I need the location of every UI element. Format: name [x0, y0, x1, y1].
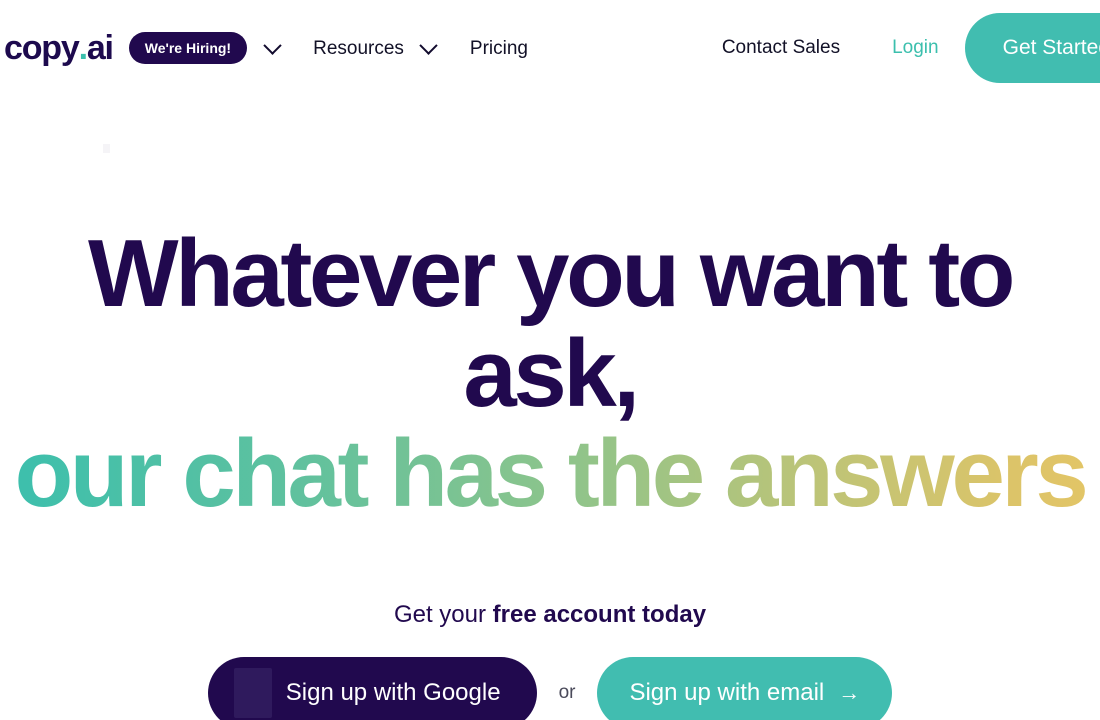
- logo-text-primary: copy: [4, 29, 80, 67]
- top-navigation-bar: copy. ai We're Hiring! Resources Pricing …: [0, 0, 1100, 96]
- subheading-bold: free account today: [492, 601, 707, 629]
- sign-up-with-email-label: Sign up with email: [629, 679, 825, 707]
- login-link[interactable]: Login: [892, 37, 939, 59]
- headline-line-2: our chat has the answers: [0, 423, 1100, 524]
- hero-section: Whatever you want to ask, our chat has t…: [0, 96, 1100, 720]
- get-started-button[interactable]: Get Started: [964, 13, 1100, 83]
- sign-up-with-google-label: Sign up with Google: [285, 679, 501, 707]
- copyai-logo[interactable]: copy. ai: [4, 29, 114, 67]
- subheading-prefix: Get your: [393, 601, 493, 629]
- nav-link-resources-label: Resources: [313, 37, 404, 59]
- sign-up-with-google-button[interactable]: Sign up with Google: [207, 657, 537, 720]
- cta-button-row: Sign up with Google or Sign up with emai…: [0, 657, 1100, 720]
- page-title: Whatever you want to ask, our chat has t…: [0, 224, 1100, 523]
- contact-sales-link[interactable]: Contact Sales: [722, 37, 840, 59]
- chevron-down-icon: [262, 35, 282, 55]
- chevron-down-icon: [419, 35, 439, 55]
- hiring-dropdown-toggle[interactable]: [257, 33, 287, 63]
- were-hiring-badge[interactable]: We're Hiring!: [128, 32, 248, 64]
- logo-text-secondary: ai: [86, 29, 114, 67]
- sidebar-item-pricing[interactable]: Pricing: [470, 39, 528, 58]
- google-logo-icon: [233, 668, 272, 719]
- cta-separator-or: or: [558, 682, 576, 704]
- nav-link-pricing-label: Pricing: [469, 37, 528, 59]
- nav-left-group: copy. ai We're Hiring! Resources Pricing: [0, 31, 528, 65]
- sign-up-with-email-button[interactable]: Sign up with email →: [597, 657, 893, 720]
- landing-page: copy. ai We're Hiring! Resources Pricing …: [0, 0, 1100, 720]
- headline-line-1: Whatever you want to ask,: [87, 220, 1016, 427]
- sidebar-item-resources[interactable]: Resources: [313, 33, 444, 63]
- logo-dot: .: [78, 29, 88, 67]
- decorative-artifact: [103, 144, 110, 153]
- resources-dropdown-toggle[interactable]: [414, 33, 444, 63]
- nav-right-group: Contact Sales Login Get Started: [722, 0, 1100, 96]
- arrow-right-icon: →: [838, 680, 861, 706]
- subheading: Get your free account today: [0, 603, 1100, 627]
